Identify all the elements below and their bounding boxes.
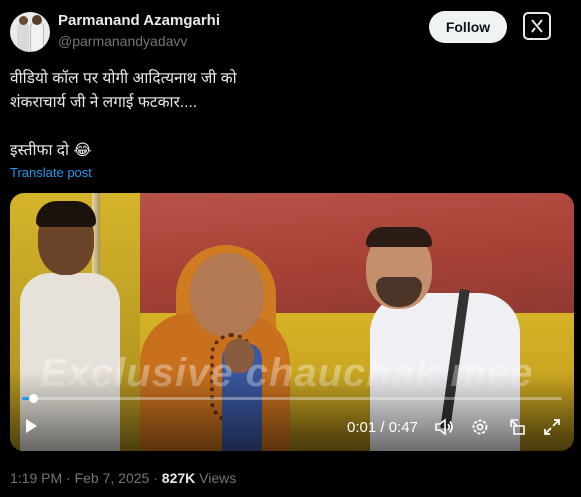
progress-bar[interactable] [22, 394, 562, 403]
avatar-figure-left [17, 22, 29, 52]
time-display: 0:01 / 0:47 [347, 419, 418, 436]
follow-button[interactable]: Follow [429, 11, 507, 43]
volume-glyph [435, 418, 453, 436]
avatar[interactable] [10, 12, 50, 52]
avatar-figure-right [30, 21, 44, 52]
avatar-head-right [32, 15, 42, 25]
play-icon[interactable] [22, 417, 40, 435]
person-left-hair [36, 201, 96, 227]
avatar-head-left [19, 16, 28, 25]
author-handle[interactable]: @parmanandyadavv [58, 33, 187, 49]
grok-glyph [531, 19, 543, 33]
fullscreen-glyph [544, 419, 560, 435]
video-controls-gradient [10, 371, 574, 451]
translate-post-link[interactable]: Translate post [10, 165, 92, 180]
video-player[interactable]: Exclusive chauchak mee 0:01 / 0:47 [10, 193, 574, 451]
tweet-header: Parmanand Azamgarhi @parmanandyadavv Fol… [10, 10, 571, 54]
tweet-meta: 1:19 PM · Feb 7, 2025 · 827K Views [10, 470, 236, 486]
settings-icon[interactable] [470, 417, 490, 437]
author-name[interactable]: Parmanand Azamgarhi [58, 12, 220, 29]
meta-separator: · [62, 470, 75, 486]
views-count: 827K [161, 470, 196, 486]
play-glyph [26, 419, 37, 433]
post-date[interactable]: Feb 7, 2025 [75, 470, 150, 486]
tweet-text: वीडियो कॉल पर योगी आदित्यनाथ जी को शंकरा… [10, 70, 237, 159]
fullscreen-icon[interactable] [542, 417, 562, 437]
pip-icon[interactable] [508, 417, 528, 437]
grok-icon[interactable] [523, 12, 551, 40]
person-center-head [190, 253, 264, 337]
views-label: Views [195, 470, 237, 486]
post-time[interactable]: 1:19 PM [10, 470, 62, 486]
settings-glyph [472, 419, 488, 435]
volume-icon[interactable] [434, 417, 454, 437]
pip-glyph [510, 419, 525, 435]
meta-separator: · [149, 470, 162, 486]
person-right-hair [366, 227, 432, 247]
progress-knob[interactable] [28, 394, 38, 403]
